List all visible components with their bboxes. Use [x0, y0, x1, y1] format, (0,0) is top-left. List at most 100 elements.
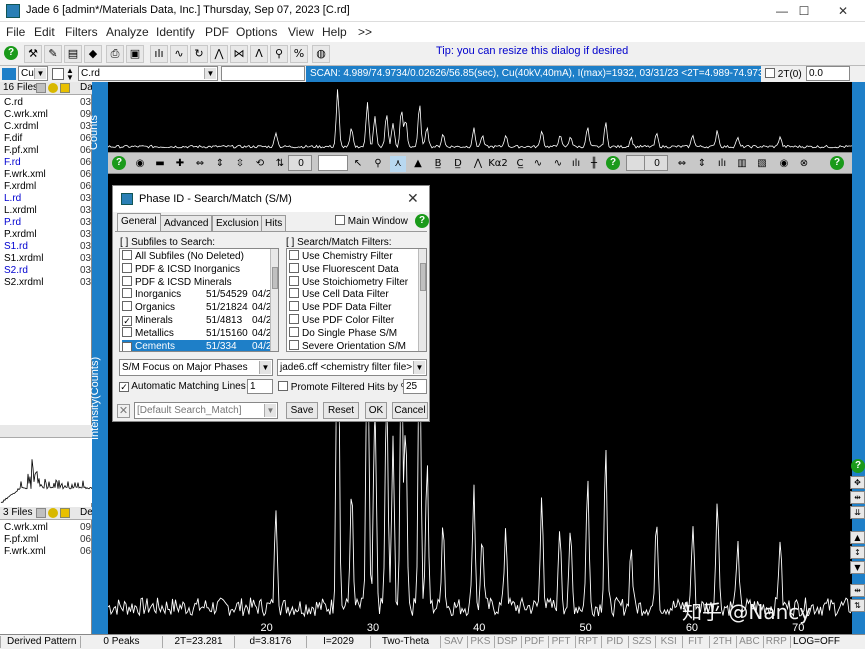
- help-icon[interactable]: ?: [4, 46, 18, 60]
- status-log[interactable]: LOG=OFF: [790, 636, 842, 648]
- bars2-icon[interactable]: ılı: [714, 156, 730, 172]
- thumbnail-pattern[interactable]: [0, 427, 92, 503]
- status-tab-fit[interactable]: FIT: [682, 636, 708, 648]
- filter-item[interactable]: Use Fluorescent Data: [289, 262, 419, 276]
- filter-item[interactable]: Use Chemistry Filter: [289, 250, 419, 263]
- calib-icon[interactable]: C̲: [512, 156, 528, 172]
- file-list-item[interactable]: L.xrdml 03: [4, 205, 91, 217]
- file-list-item[interactable]: C.rd 03: [4, 97, 91, 109]
- file-list-item[interactable]: F.wrk.xml 06: [4, 546, 91, 558]
- folder-icon[interactable]: [60, 83, 70, 93]
- auto-matching-check[interactable]: ✓ Automatic Matching Lines: [119, 381, 246, 392]
- status-tab-dsp[interactable]: DSP: [493, 636, 520, 648]
- filter-checkbox[interactable]: [289, 301, 299, 312]
- baseline2-icon[interactable]: ∿: [550, 156, 566, 172]
- filter-icon[interactable]: ⚒: [24, 45, 42, 63]
- subfile-checkbox[interactable]: [122, 250, 132, 260]
- subfile-checkbox[interactable]: [122, 262, 132, 273]
- spin-input[interactable]: 0: [288, 155, 312, 171]
- status-tab-pft[interactable]: PFT: [547, 636, 574, 648]
- subfile-checkbox[interactable]: [122, 301, 132, 312]
- filter-checkbox[interactable]: [289, 288, 299, 299]
- arrows-icon[interactable]: ✥: [850, 476, 865, 489]
- menu-help[interactable]: Help: [322, 25, 347, 39]
- smooth-icon[interactable]: ∿: [170, 45, 188, 63]
- status-tab-rpt[interactable]: RPT: [574, 636, 601, 648]
- save-button[interactable]: Save: [286, 402, 318, 419]
- chemistry-file-select[interactable]: jade6.cff <chemistry filter file> ▼: [277, 359, 427, 376]
- stop2-icon[interactable]: ◉: [776, 156, 792, 172]
- filter-item[interactable]: Use PDF Color Filter: [289, 314, 419, 327]
- scale-icon[interactable]: ⇳: [232, 156, 248, 172]
- subfile-item[interactable]: All Subfiles (No Deleted): [122, 250, 272, 263]
- menu-identify[interactable]: Identify: [156, 25, 195, 39]
- subfile-checkbox[interactable]: [122, 275, 132, 286]
- folder-icon[interactable]: [2, 68, 16, 80]
- tab-advanced[interactable]: Advanced: [160, 215, 213, 231]
- stop-icon[interactable]: ◉: [132, 156, 148, 172]
- read-icon[interactable]: ▤: [64, 45, 82, 63]
- refresh-icon[interactable]: ↻: [190, 45, 208, 63]
- save-icon[interactable]: ▣: [126, 45, 144, 63]
- chart2-icon[interactable]: ▧: [754, 156, 770, 172]
- maximize-button[interactable]: ☐: [782, 0, 826, 22]
- menu-view[interactable]: View: [288, 25, 314, 39]
- reset-button[interactable]: Reset: [323, 402, 359, 419]
- list-icon[interactable]: [36, 508, 46, 518]
- ab-icon[interactable]: ⇅: [850, 599, 865, 612]
- ok-button[interactable]: OK: [365, 402, 387, 419]
- profile-icon[interactable]: Λ: [250, 45, 268, 63]
- auto-matching-input[interactable]: 1: [247, 379, 273, 394]
- file-list-item[interactable]: S1.xrdml 03: [4, 253, 91, 265]
- updown-icon[interactable]: ⇅: [272, 156, 288, 172]
- peak-icon[interactable]: ⋀: [210, 45, 228, 63]
- tab-general[interactable]: General: [117, 213, 161, 231]
- subfile-checkbox[interactable]: ✓: [122, 341, 132, 351]
- subfile-item[interactable]: Metallics 51/15160 04/2: [122, 326, 272, 340]
- bar-pattern-icon[interactable]: ılı: [150, 45, 168, 63]
- file-list-item[interactable]: F.wrk.xml 06: [4, 169, 91, 181]
- file-list-item[interactable]: S2.xrdml 03: [4, 277, 91, 289]
- spin-icon[interactable]: ▲ ▼: [66, 67, 76, 82]
- minus-icon[interactable]: ▬: [152, 156, 168, 172]
- help3-icon[interactable]: ?: [830, 156, 844, 170]
- filter-item[interactable]: Use Cell Data Filter: [289, 288, 419, 301]
- print-icon[interactable]: ⎙: [106, 45, 124, 63]
- menu-pdf[interactable]: PDF: [205, 25, 229, 39]
- close-window-button[interactable]: ✕: [821, 0, 865, 22]
- help-right-icon[interactable]: ?: [851, 459, 865, 473]
- folder-icon[interactable]: [60, 508, 70, 518]
- file-list-item[interactable]: C.wrk.xml 09: [4, 109, 91, 121]
- kalpha-icon[interactable]: Kα2: [488, 156, 508, 172]
- zoom-icon[interactable]: ⚲: [370, 156, 386, 172]
- file-list-item[interactable]: S1.rd 03: [4, 241, 91, 253]
- file-list-item[interactable]: C.wrk.xml 09: [4, 522, 91, 534]
- down-icon[interactable]: ▼: [850, 561, 865, 574]
- status-tab-pks[interactable]: PKS: [466, 636, 493, 648]
- filter-item[interactable]: Use PDF Data Filter: [289, 301, 419, 314]
- subfile-checkbox[interactable]: [122, 288, 132, 299]
- profile-icon[interactable]: ⋀: [470, 156, 486, 172]
- scroll-thumb[interactable]: [420, 263, 426, 291]
- file-list-item[interactable]: C.xrdml 03: [4, 121, 91, 133]
- file-list-item[interactable]: F.pf.xml 06: [4, 145, 91, 157]
- two-theta-zero-input[interactable]: 0.0: [806, 66, 850, 81]
- open-icon[interactable]: ✎: [44, 45, 62, 63]
- focus-select[interactable]: S/M Focus on Major Phases ▼: [119, 359, 273, 376]
- baseline-icon[interactable]: ∿: [530, 156, 546, 172]
- file-list-item[interactable]: P.xrdml 03: [4, 229, 91, 241]
- overview-plot[interactable]: [108, 82, 852, 152]
- cancel-button[interactable]: Cancel: [392, 402, 428, 419]
- chart-icon[interactable]: ▥: [734, 156, 750, 172]
- color-icon[interactable]: [48, 83, 58, 93]
- file-list-item[interactable]: L.rd 03: [4, 193, 91, 205]
- cursor-icon[interactable]: ↖: [350, 156, 366, 172]
- main-window-check[interactable]: Main Window: [335, 215, 408, 227]
- promote-check[interactable]: Promote Filtered Hits by %: [278, 381, 410, 393]
- subfile-item[interactable]: PDF & ICSD Inorganics: [122, 262, 272, 276]
- filter-checkbox[interactable]: [289, 339, 299, 350]
- peaks-icon[interactable]: ▲: [410, 156, 426, 172]
- arrows-v-icon[interactable]: ⇕: [694, 156, 710, 172]
- filter-checkbox[interactable]: [289, 275, 299, 286]
- help-icon[interactable]: ?: [112, 156, 126, 170]
